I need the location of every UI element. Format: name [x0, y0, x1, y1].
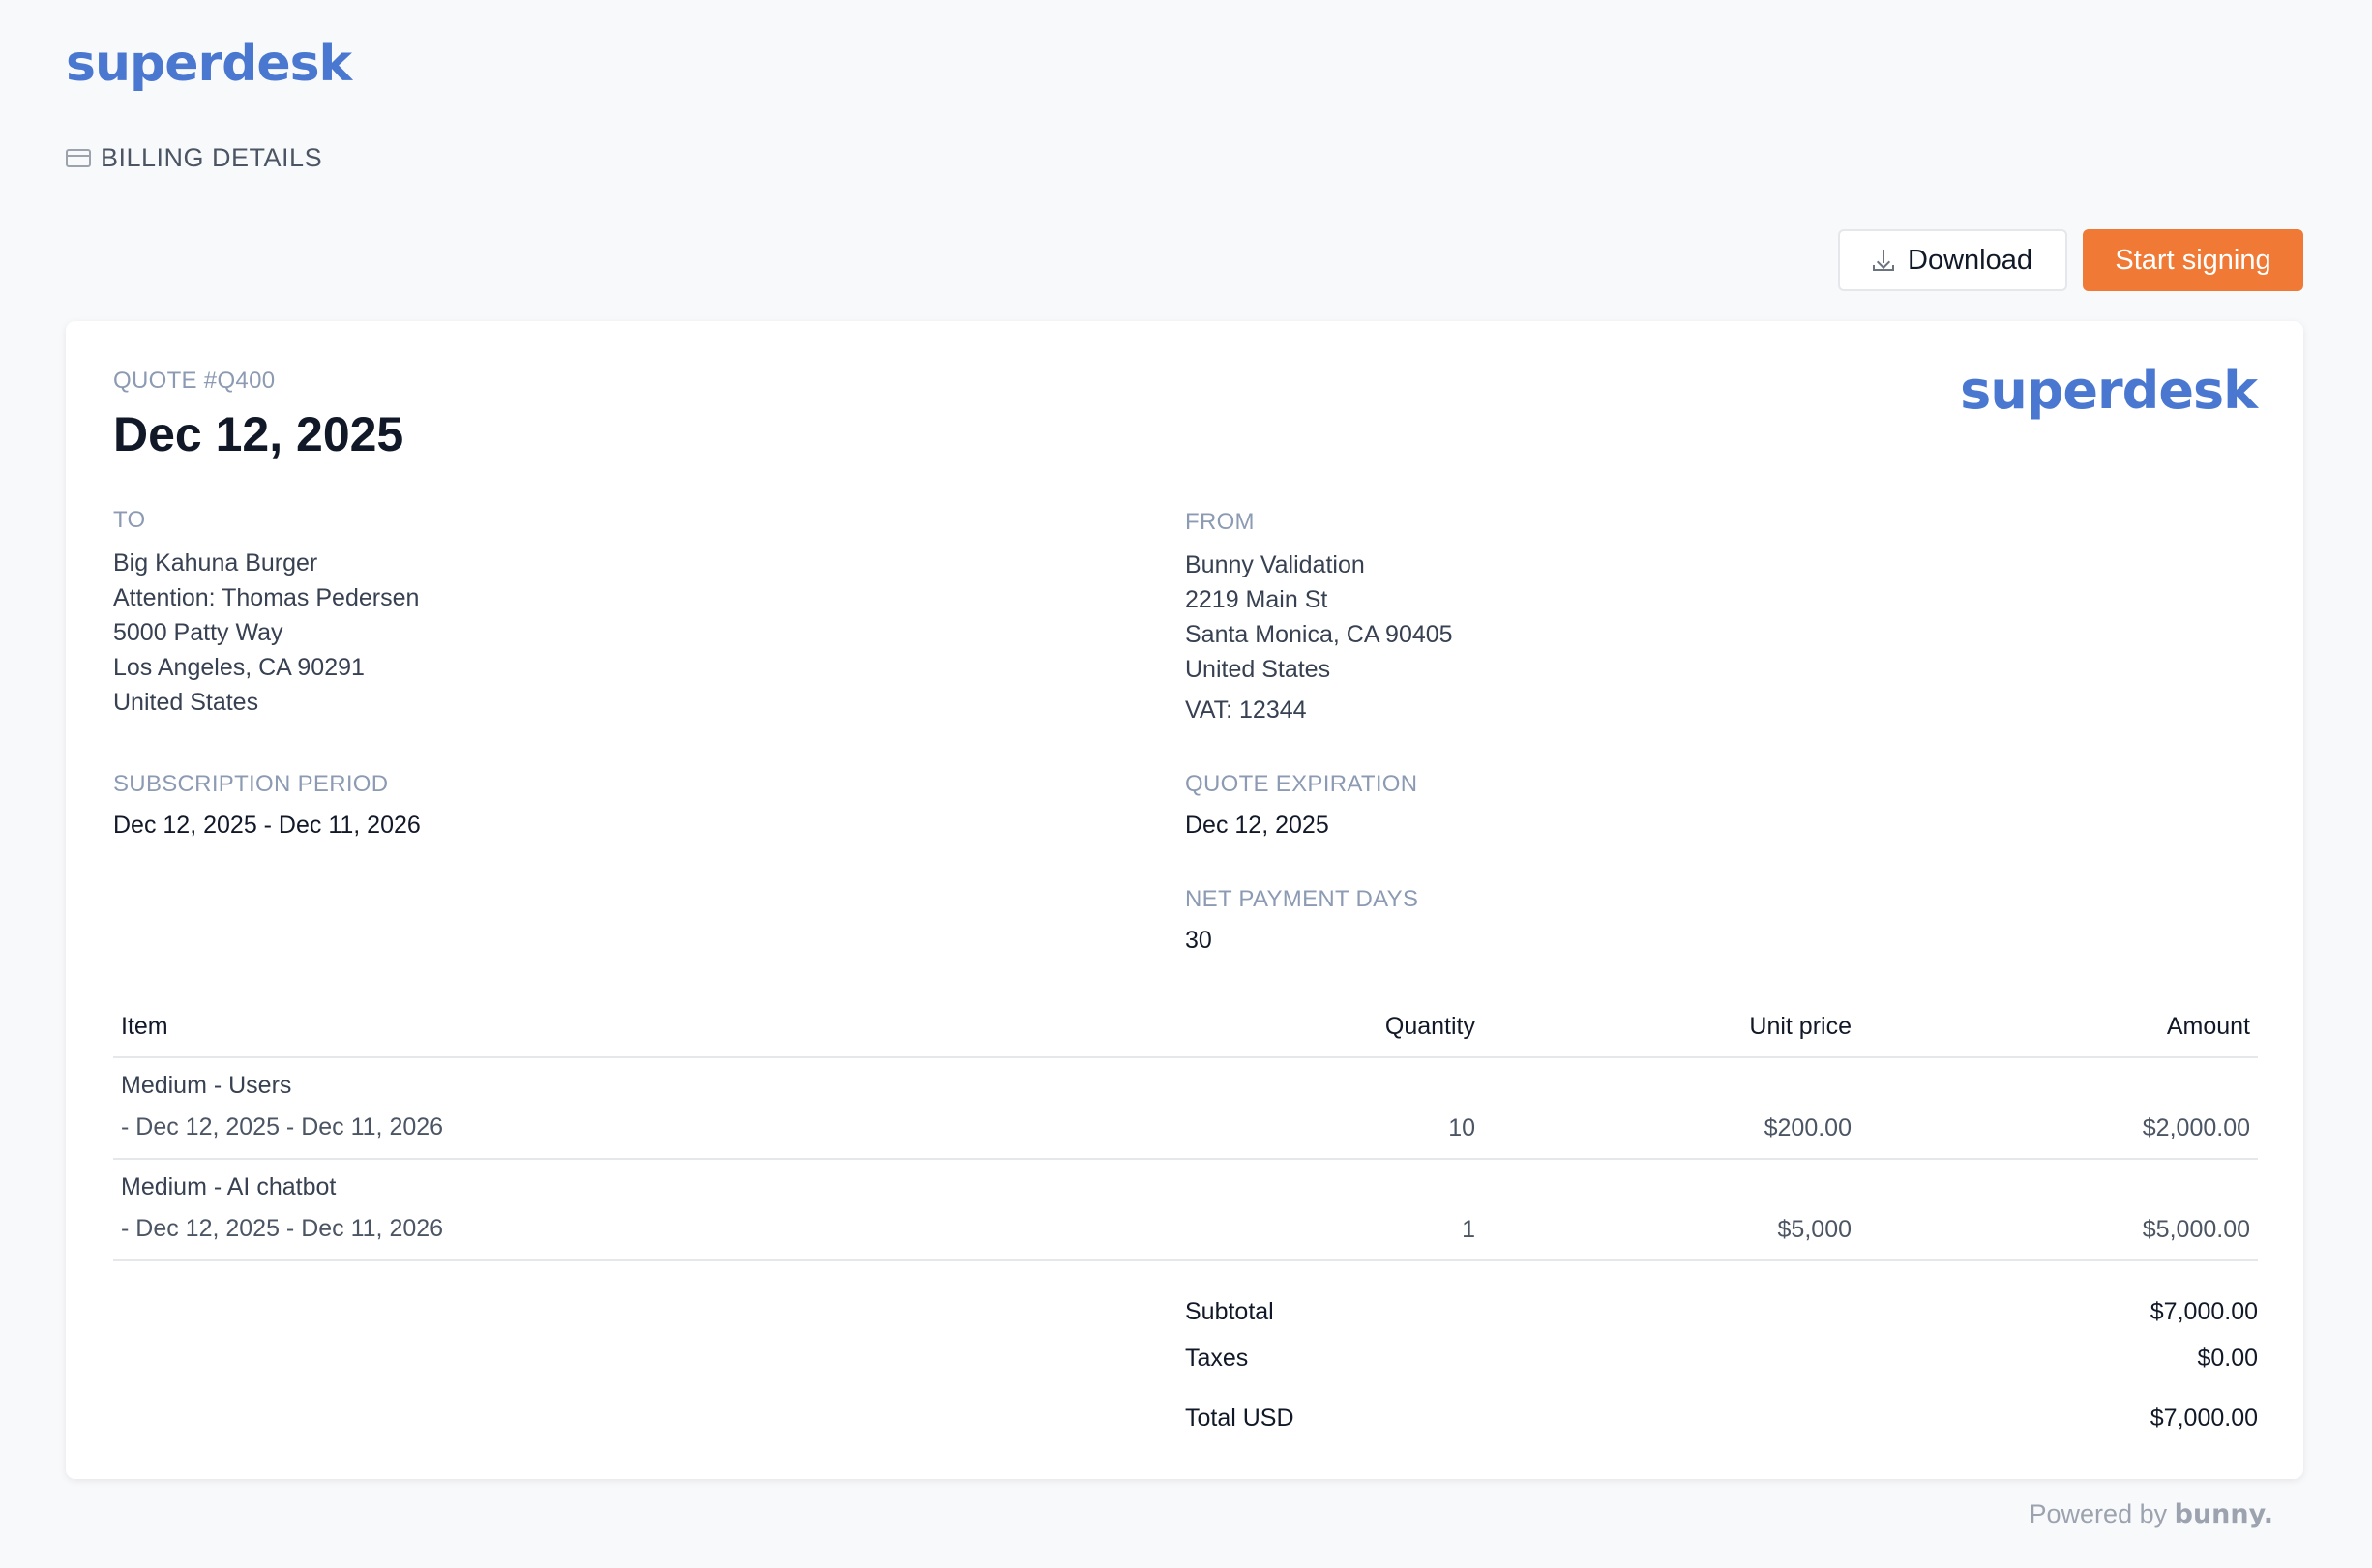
item-amount: $2,000.00: [2142, 1114, 2250, 1141]
to-line: 5000 Patty Way: [113, 619, 283, 646]
totals-section: Subtotal $7,000.00 Taxes $0.00 Total USD…: [1185, 1288, 2258, 1441]
item-amount: $5,000.00: [2142, 1216, 2250, 1243]
powered-by-label: Powered by: [2029, 1499, 2168, 1528]
vat-number: VAT: 12344: [1185, 696, 1307, 724]
item-unit-price: $200.00: [1764, 1114, 1852, 1141]
item-quantity: 10: [1448, 1114, 1475, 1141]
header-unit-price: Unit price: [1749, 1012, 1852, 1040]
subscription-period-label: SUBSCRIPTION PERIOD: [113, 771, 389, 797]
to-label: TO: [113, 507, 146, 533]
billing-details-label: BILLING DETAILS: [101, 143, 323, 172]
to-line: Los Angeles, CA 90291: [113, 654, 365, 681]
to-address: TO Big Kahuna Burger Attention: Thomas P…: [113, 503, 419, 720]
total-value: $7,000.00: [2150, 1404, 2258, 1432]
bunny-logo[interactable]: bunny.: [2175, 1499, 2273, 1529]
quote-expiration-label: QUOTE EXPIRATION: [1185, 771, 1418, 797]
total-label: Total USD: [1185, 1404, 1294, 1432]
start-signing-button[interactable]: Start signing: [2083, 229, 2303, 291]
download-icon: [1873, 250, 1894, 271]
from-address: FROM Bunny Validation 2219 Main St Santa…: [1185, 505, 1453, 727]
quote-date: Dec 12, 2025: [113, 407, 404, 461]
item-quantity: 1: [1462, 1216, 1475, 1243]
item-unit-price: $5,000: [1777, 1216, 1852, 1243]
taxes-label: Taxes: [1185, 1344, 1249, 1372]
net-payment-days-label: NET PAYMENT DAYS: [1185, 886, 1419, 912]
item-name: Medium - Users: [121, 1072, 292, 1099]
from-line: Bunny Validation: [1185, 551, 1365, 578]
taxes-value: $0.00: [2197, 1344, 2258, 1372]
line-items-table: Item Quantity Unit price Amount Medium -…: [113, 996, 2258, 1261]
net-payment-days: NET PAYMENT DAYS 30: [1185, 886, 1418, 955]
to-line: Attention: Thomas Pedersen: [113, 584, 420, 611]
table-header: Item Quantity Unit price Amount: [113, 996, 2258, 1058]
quote-document: QUOTE #Q400 Dec 12, 2025 superdesk TO Bi…: [66, 321, 2303, 1479]
item-period: - Dec 12, 2025 - Dec 11, 2026: [121, 1113, 444, 1140]
subscription-period: SUBSCRIPTION PERIOD Dec 12, 2025 - Dec 1…: [113, 771, 421, 840]
from-line: 2219 Main St: [1185, 586, 1328, 613]
header-amount: Amount: [2166, 1012, 2250, 1040]
subtotal-label: Subtotal: [1185, 1297, 1274, 1325]
table-row: Medium - AI chatbot - Dec 12, 2025 - Dec…: [113, 1160, 2258, 1261]
from-line: Santa Monica, CA 90405: [1185, 621, 1453, 648]
item-name: Medium - AI chatbot: [121, 1173, 337, 1200]
quote-number: QUOTE #Q400: [113, 368, 276, 394]
powered-by: Powered by bunny.: [2030, 1499, 2273, 1529]
download-button-label: Download: [1908, 244, 2032, 276]
header-item: Item: [121, 1012, 168, 1040]
billing-details-heading: BILLING DETAILS: [66, 143, 322, 173]
total-row: Total USD $7,000.00: [1185, 1395, 2258, 1441]
document-logo: superdesk: [1960, 360, 2258, 421]
download-button[interactable]: Download: [1838, 229, 2067, 291]
from-line: United States: [1185, 656, 1331, 683]
taxes-row: Taxes $0.00: [1185, 1335, 2258, 1381]
net-payment-days-value: 30: [1185, 927, 1212, 954]
to-line: United States: [113, 689, 259, 716]
subtotal-value: $7,000.00: [2150, 1297, 2258, 1325]
item-period: - Dec 12, 2025 - Dec 11, 2026: [121, 1215, 444, 1242]
table-row: Medium - Users - Dec 12, 2025 - Dec 11, …: [113, 1058, 2258, 1160]
quote-expiration-value: Dec 12, 2025: [1185, 812, 1329, 839]
to-line: Big Kahuna Burger: [113, 549, 318, 577]
credit-card-icon: [66, 149, 91, 167]
subtotal-row: Subtotal $7,000.00: [1185, 1288, 2258, 1335]
header-quantity: Quantity: [1384, 1012, 1475, 1040]
subscription-period-value: Dec 12, 2025 - Dec 11, 2026: [113, 812, 421, 839]
brand-logo: superdesk: [66, 35, 352, 93]
from-label: FROM: [1185, 509, 1255, 535]
quote-expiration: QUOTE EXPIRATION Dec 12, 2025: [1185, 771, 1417, 840]
